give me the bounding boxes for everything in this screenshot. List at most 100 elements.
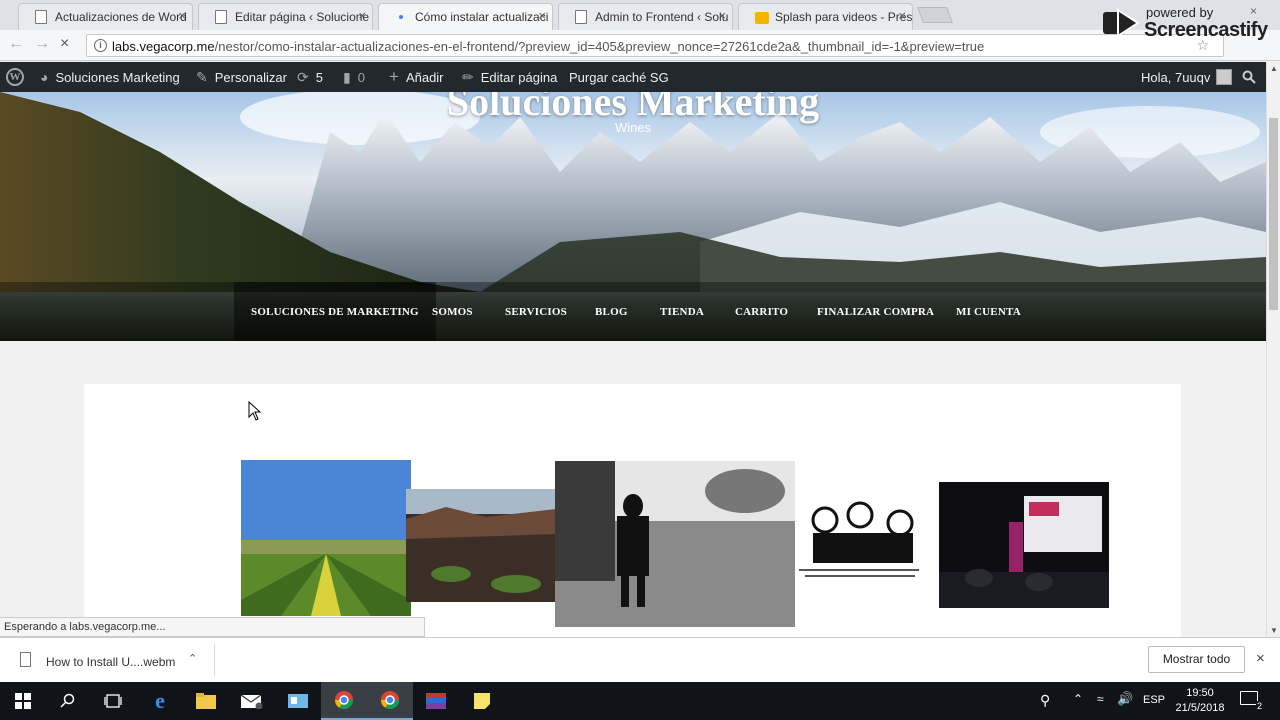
menu-item-mi-cuenta[interactable]: MI CUENTA: [956, 282, 1021, 341]
browser-tab-0[interactable]: Actualizaciones de Word ×: [18, 3, 193, 30]
tab-close-icon[interactable]: ×: [538, 8, 546, 23]
gallery-image-conference[interactable]: [939, 482, 1109, 608]
wp-logo-menu[interactable]: W: [6, 62, 24, 92]
windows-taskbar: e ⚲ ⌃ ≈ 🔊 ESP 19:50 21/5/2018 2: [0, 682, 1280, 720]
tab-title: Actualizaciones de Word: [55, 10, 187, 24]
site-description: Wines: [614, 120, 652, 135]
page-viewport: Soluciones Marketing Wines SOLUCIONES DE…: [0, 92, 1266, 637]
page-icon: [575, 10, 587, 24]
comment-bubble-icon: ▮: [343, 68, 351, 85]
purge-cache-link[interactable]: Purgar caché SG: [569, 62, 669, 92]
taskbar-clock[interactable]: 19:50 21/5/2018: [1170, 686, 1230, 716]
header-banner-image: Soluciones Marketing Wines SOLUCIONES DE…: [0, 92, 1266, 341]
taskbar-edge[interactable]: e: [137, 682, 183, 720]
site-name-menu[interactable]: ◕ Soluciones Marketing: [40, 62, 180, 92]
menu-item-finalizar-compra[interactable]: FINALIZAR COMPRA: [817, 282, 934, 341]
tab-close-icon[interactable]: ×: [178, 8, 186, 23]
chrome-browser-icon: [381, 691, 399, 710]
gallery-image-vineyard[interactable]: [241, 460, 411, 616]
new-tab-button[interactable]: [917, 7, 953, 23]
updates-link[interactable]: ⟳ 5: [297, 62, 323, 92]
taskbar-file-explorer[interactable]: [183, 682, 229, 720]
menu-item-soluciones[interactable]: SOLUCIONES DE MARKETING: [234, 282, 436, 341]
browser-toolbar: ← → × i labs.vegacorp.me/nestor/como-ins…: [0, 30, 1280, 61]
gallery-image-volcanic-landscape[interactable]: [406, 489, 556, 602]
browser-status-bubble: Esperando a labs.vegacorp.me...: [0, 617, 425, 637]
admin-search-button[interactable]: [1242, 62, 1256, 92]
browser-tab-2[interactable]: Cómo instalar actualizaci ×: [378, 3, 553, 30]
clock-date: 21/5/2018: [1175, 702, 1225, 714]
input-language[interactable]: ESP: [1143, 694, 1165, 706]
updates-refresh-icon: ⟳: [297, 68, 309, 85]
notification-center-icon[interactable]: 2: [1240, 691, 1263, 711]
menu-item-carrito[interactable]: CARRITO: [735, 282, 788, 341]
chrome-browser-icon: [335, 691, 353, 710]
scrollbar-thumb[interactable]: [1269, 118, 1278, 310]
url-path: /nestor/como-instalar-actualizaciones-en…: [214, 39, 985, 54]
edit-page-link[interactable]: ✏ Editar página: [462, 62, 557, 92]
taskbar-chrome-2[interactable]: [367, 682, 413, 720]
wifi-icon[interactable]: ≈: [1097, 692, 1104, 706]
task-view-button[interactable]: [90, 682, 136, 720]
taskbar-mail[interactable]: [229, 682, 275, 720]
site-info-icon[interactable]: i: [94, 39, 107, 52]
watermark-powered-by: powered by: [1146, 5, 1214, 20]
pencil-icon: ✏: [462, 68, 474, 85]
browser-tab-1[interactable]: Editar página ‹ Solucione ×: [198, 3, 373, 30]
taskbar-app-outlook[interactable]: [275, 682, 321, 720]
customize-link[interactable]: ✎ Personalizar: [196, 62, 287, 92]
taskbar-chrome-1[interactable]: [321, 682, 367, 720]
sticky-note-icon: [474, 693, 490, 709]
purge-cache-label: Purgar caché SG: [569, 69, 669, 85]
dashboard-gauge-icon: ◕: [40, 69, 49, 85]
close-downloads-icon[interactable]: ×: [1256, 650, 1265, 667]
download-divider: [214, 644, 215, 676]
wordpress-logo-icon: W: [6, 68, 24, 86]
tab-title: Cómo instalar actualizaci: [415, 10, 549, 24]
edge-browser-icon: e: [155, 688, 165, 713]
browser-tab-4[interactable]: Splash para videos - Pres ×: [738, 3, 913, 30]
chevron-up-icon[interactable]: ⌃: [188, 652, 197, 665]
comments-link[interactable]: ▮ 0: [343, 62, 365, 92]
tab-close-icon[interactable]: ×: [898, 8, 906, 23]
forward-arrow-icon[interactable]: →: [34, 35, 50, 53]
mail-envelope-icon: [241, 694, 263, 709]
menu-item-servicios[interactable]: SERVICIOS: [505, 282, 567, 341]
edit-page-label: Editar página: [480, 69, 558, 85]
menu-item-tienda[interactable]: TIENDA: [660, 282, 704, 341]
start-button[interactable]: [0, 682, 46, 720]
page-content: [84, 384, 1181, 637]
chevron-up-icon[interactable]: ⌃: [1073, 692, 1083, 706]
scroll-down-arrow-icon[interactable]: ▼: [1270, 626, 1278, 635]
windows-logo-icon: [15, 693, 31, 709]
menu-item-somos[interactable]: SOMOS: [432, 282, 473, 341]
gallery-image-street-photo[interactable]: [555, 461, 795, 627]
clock-time: 19:50: [1186, 687, 1214, 699]
tab-close-icon[interactable]: ×: [358, 8, 366, 23]
speaker-icon[interactable]: 🔊: [1117, 691, 1133, 707]
taskbar-sticky-notes[interactable]: [459, 682, 505, 720]
tab-close-icon[interactable]: ×: [718, 8, 726, 23]
scroll-up-arrow-icon[interactable]: ▲: [1270, 64, 1278, 73]
menu-item-blog[interactable]: BLOG: [595, 282, 628, 341]
page-scrollbar[interactable]: ▲ ▼: [1266, 62, 1280, 637]
my-account-menu[interactable]: Hola, 7uuqv: [1141, 62, 1233, 92]
notification-count: 2: [1255, 701, 1263, 711]
people-icon[interactable]: ⚲: [1040, 692, 1050, 709]
url-text[interactable]: labs.vegacorp.me/nestor/como-instalar-ac…: [112, 39, 984, 54]
gallery-image-cartoon-illustration[interactable]: [795, 495, 935, 591]
slides-icon: [755, 12, 769, 24]
add-new-menu[interactable]: + Añadir: [389, 62, 444, 92]
download-file-name: How to Install U....webm: [46, 655, 176, 669]
taskbar-app-winrar[interactable]: [413, 682, 459, 720]
browser-tab-3[interactable]: Admin to Frontend ‹ Solu ×: [558, 3, 733, 30]
stop-loading-icon[interactable]: ×: [60, 35, 69, 53]
back-arrow-icon[interactable]: ←: [8, 35, 24, 53]
show-all-downloads-button[interactable]: Mostrar todo: [1148, 646, 1245, 673]
add-new-label: Añadir: [405, 69, 444, 85]
wp-admin-bar: W ◕ Soluciones Marketing ✎ Personalizar …: [0, 62, 1266, 92]
page-icon: [215, 10, 227, 24]
taskbar-search-button[interactable]: [45, 682, 91, 720]
address-bar[interactable]: i labs.vegacorp.me/nestor/como-instalar-…: [86, 34, 1224, 57]
tab-title: Editar página ‹ Solucione: [235, 10, 370, 24]
